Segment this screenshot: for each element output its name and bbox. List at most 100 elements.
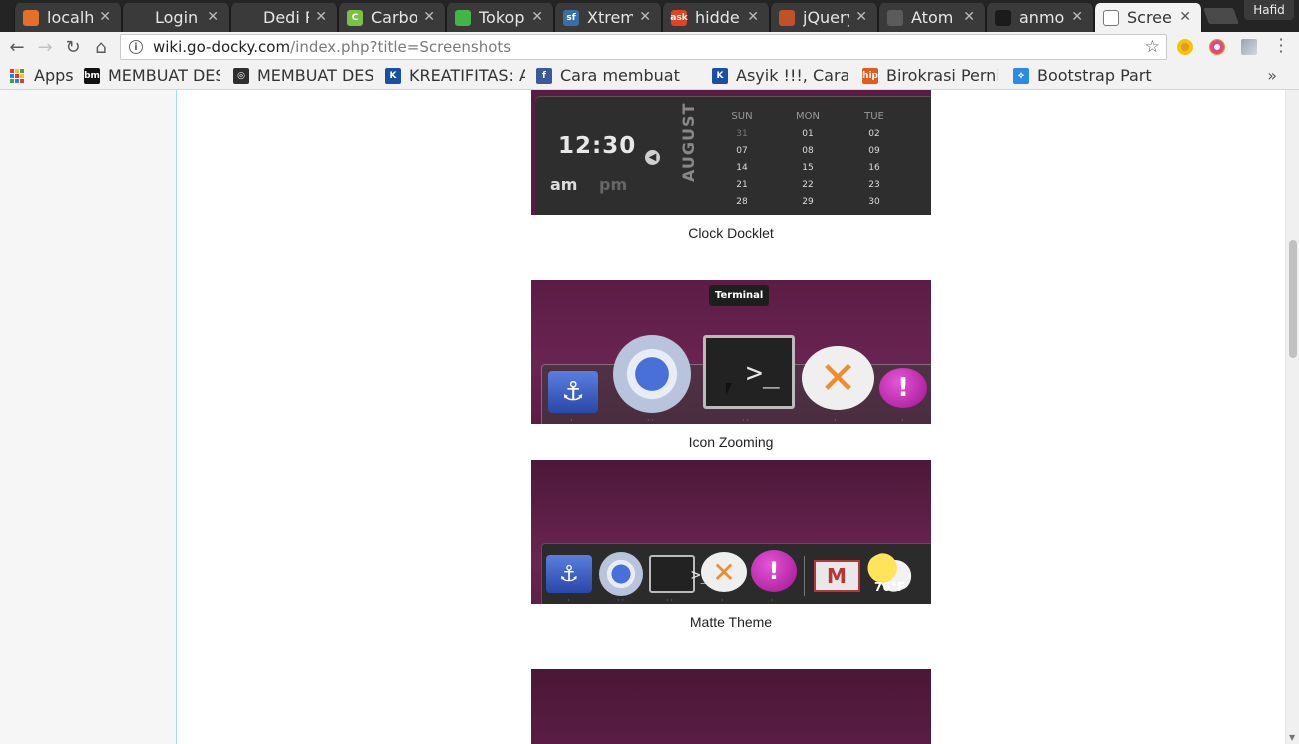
calendar-day-header: W [915, 111, 931, 122]
tab-close-icon[interactable]: ✕ [531, 9, 543, 25]
reload-icon[interactable]: ↻ [62, 36, 84, 58]
tab-close-icon[interactable]: ✕ [315, 9, 327, 25]
facebook-wordpress-icon: f [536, 67, 552, 84]
calendar-date: 31 [736, 129, 748, 139]
calendar-date: 16 [868, 163, 880, 173]
calendar-day-header: MON [796, 111, 820, 122]
indicator-dot: · [771, 596, 776, 604]
atom-icon [887, 9, 903, 26]
calendar-date: 28 [736, 197, 748, 207]
bookmark-item[interactable]: Apps [10, 66, 74, 85]
tab-title: Tokope [479, 8, 525, 27]
bookmark-label: Asyik !!!, Cara [736, 66, 848, 85]
home-icon[interactable]: ⌂ [90, 36, 112, 58]
tab-title: Atom [911, 8, 954, 27]
tab-2[interactable]: Dedi R ✕ [230, 3, 338, 32]
tab-5[interactable]: sf Xtrem ✕ [554, 3, 662, 32]
tab-6[interactable]: ask hidden ✕ [662, 3, 770, 32]
bookmarks-overflow-chevron-icon[interactable]: » [1267, 66, 1277, 85]
extension-cube-icon[interactable] [1241, 39, 1257, 55]
calendar-date: 02 [868, 129, 880, 139]
pidgin-alert-icon: ! [879, 368, 927, 408]
bookmark-label: MEMBUAT DES [108, 66, 220, 85]
tab-close-icon[interactable]: ✕ [1071, 9, 1083, 25]
bookmark-item[interactable]: ⟡ Bootstrap Part [1013, 66, 1153, 85]
address-bar[interactable]: i wiki.go-docky.com/index.php?title=Scre… [120, 34, 1167, 60]
tab-title: Screen [1127, 8, 1173, 27]
tab-close-icon[interactable]: ✕ [207, 9, 219, 25]
bookmark-star-icon[interactable]: ☆ [1145, 37, 1160, 57]
calendar-date: 09 [868, 146, 880, 156]
extension-instagram-icon[interactable] [1209, 39, 1225, 55]
menu-kebab-icon[interactable]: · · · [1276, 32, 1286, 60]
chromium-icon [613, 335, 691, 413]
terminal-icon: >_ [703, 335, 795, 409]
indicator-dots: ·· [617, 596, 627, 604]
profile-button[interactable]: Hafid [1244, 0, 1294, 20]
page-scrollbar[interactable]: ▼ [1285, 90, 1299, 744]
tab-close-icon[interactable]: ✕ [855, 9, 867, 25]
clock-docklet-screenshot[interactable]: 12:30 am pm ◀ AUGUST SUN MON TUE W 31 01 02 07 0… [531, 90, 931, 215]
calendar-date: 14 [736, 163, 748, 173]
tab-strip: localhost✕Login✕Dedi R✕CCarbon✕Tokope✕sf… [0, 0, 1299, 32]
bookmark-item[interactable]: K KREATIFITAS: A [385, 66, 525, 85]
terminal-icon: >_ [649, 555, 710, 593]
indicator-dot: · [901, 416, 906, 424]
indicator-dots: ·· [666, 596, 676, 604]
tab-9[interactable]: anmol ✕ [986, 3, 1094, 32]
bookmark-item[interactable]: K Asyik !!!, Cara [712, 66, 848, 85]
bookmark-label: Cara membuat [560, 66, 680, 85]
bookmark-item[interactable]: ◎ MEMBUAT DES [233, 66, 373, 85]
browser-toolbar: ← → ↻ ⌂ i wiki.go-docky.com/index.php?ti… [0, 32, 1299, 62]
icon-zooming-screenshot[interactable]: Terminal ⚓ >_ ✕ ! · ·· ·· · · [531, 280, 931, 424]
sf-icon: sf [563, 9, 579, 26]
bookmark-label: Apps [34, 66, 74, 85]
tab-title: localhost [47, 8, 93, 27]
tab-4[interactable]: Tokope ✕ [446, 3, 554, 32]
matte-theme-screenshot[interactable]: ⚓ >_ ✕ ! M 76°F · ·· ·· · · [531, 460, 931, 604]
forward-arrow-icon[interactable]: → [34, 36, 56, 58]
site-info-icon[interactable]: i [129, 40, 143, 54]
calendar-date: 01 [802, 129, 814, 139]
hip-icon: hip [862, 67, 878, 84]
document-icon [131, 9, 147, 26]
bookmarks-bar: » Apps bm MEMBUAT DES ◎ MEMBUAT DES K KREATIFI… [0, 62, 1299, 90]
bookmark-label: MEMBUAT DES [257, 66, 373, 85]
tab-close-icon[interactable]: ✕ [639, 9, 651, 25]
weather-temperature: 76°F [874, 580, 905, 594]
bookmark-item[interactable]: bm MEMBUAT DES [84, 66, 220, 85]
extension-sun-icon[interactable] [1177, 39, 1193, 55]
tab-close-icon[interactable]: ✕ [963, 9, 975, 25]
chromium-icon [599, 552, 643, 596]
calendar-date: 21 [736, 180, 748, 190]
tab-10[interactable]: Screen ✕ [1094, 3, 1202, 32]
tab-8[interactable]: Atom ✕ [878, 3, 986, 32]
tab-title: Xtrem [587, 8, 633, 27]
new-tab-button[interactable] [1203, 8, 1239, 24]
tab-close-icon[interactable]: ✕ [747, 9, 759, 25]
next-screenshot[interactable] [531, 669, 931, 744]
bookmark-item[interactable]: f Cara membuat [536, 66, 696, 85]
tab-3[interactable]: C Carbon ✕ [338, 3, 446, 32]
tab-close-icon[interactable]: ✕ [423, 9, 435, 25]
tab-title: Carbon [371, 8, 417, 27]
indicator-dot: · [567, 596, 572, 604]
tab-0[interactable]: localhost ✕ [14, 3, 122, 32]
url-path: /index.php?title=Screenshots [290, 38, 512, 56]
back-arrow-icon[interactable]: ← [6, 36, 28, 58]
kompasiana-icon: K [712, 67, 728, 84]
tab-close-icon[interactable]: ✕ [1179, 9, 1191, 25]
clock-am: am [550, 175, 578, 194]
document-icon [1103, 9, 1119, 26]
tab-close-icon[interactable]: ✕ [99, 9, 111, 25]
calendar-date: 07 [736, 146, 748, 156]
clock-time: 12:30 [558, 133, 637, 159]
tab-1[interactable]: Login ✕ [122, 3, 230, 32]
github-icon [995, 9, 1011, 26]
scrollbar-thumb[interactable] [1289, 240, 1297, 358]
kompasiana-icon: K [385, 67, 401, 84]
scroll-down-arrow-icon[interactable]: ▼ [1289, 733, 1295, 742]
caption-matte-theme: Matte Theme [689, 614, 773, 630]
bookmark-item[interactable]: hip Birokrasi Pernik [862, 66, 998, 85]
tab-7[interactable]: jQuery ✕ [770, 3, 878, 32]
